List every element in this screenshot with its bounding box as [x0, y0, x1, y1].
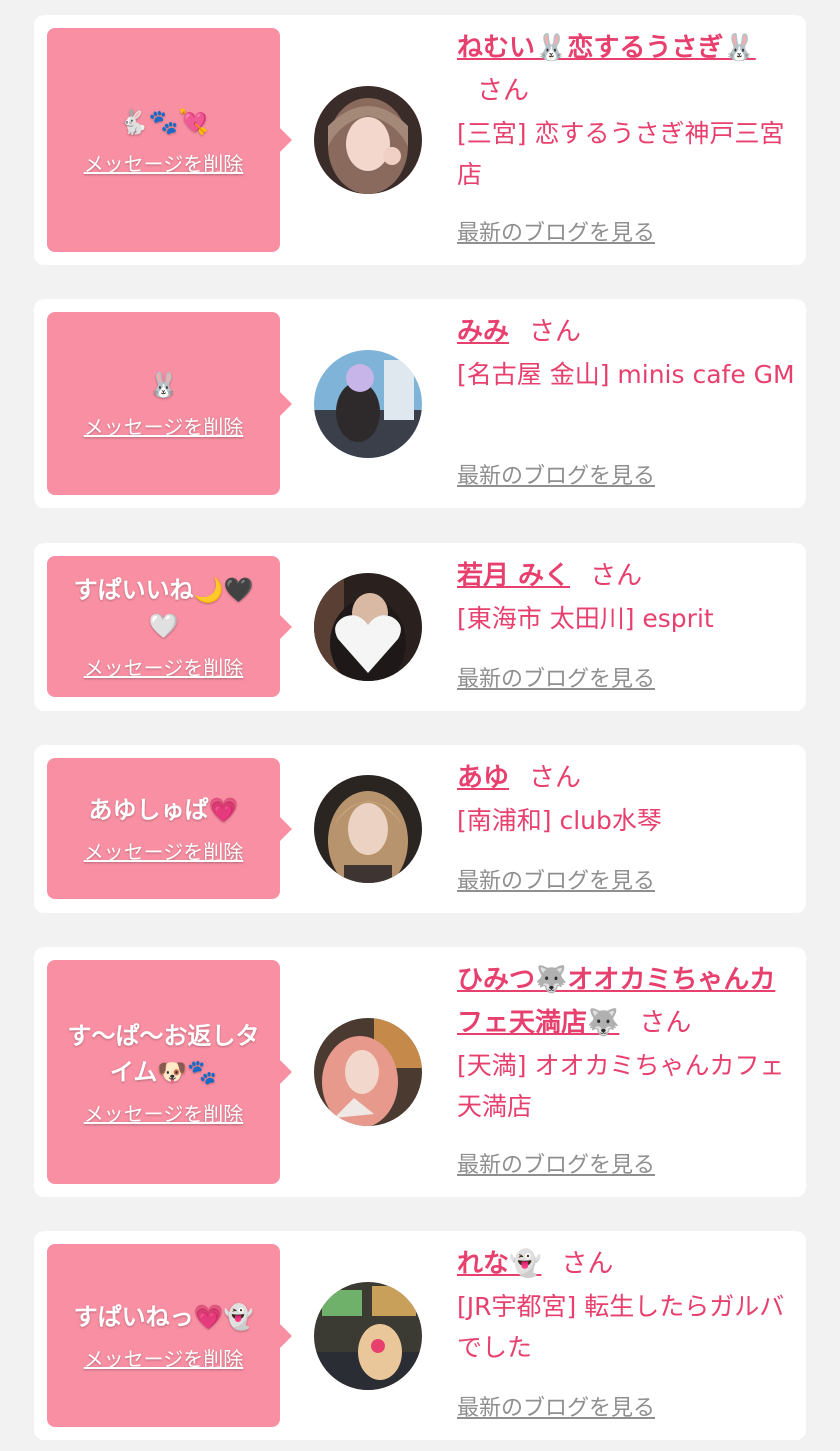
delete-message-button[interactable]: メッセージを削除	[84, 411, 244, 440]
name-line: ひみつ🐺オオカミちゃんカフェ天満店🐺 さん	[457, 959, 797, 1045]
delete-message-button[interactable]: メッセージを削除	[84, 1098, 244, 1127]
message-text: す〜ぱ〜お返しタイム🐶🐾	[67, 1021, 260, 1086]
honorific-label: さん	[529, 317, 582, 347]
message-bubble: す〜ぱ〜お返しタイム🐶🐾 メッセージを削除	[47, 960, 292, 1184]
profile-info: れな👻 さん [JR宇都宮] 転生したらガルバでした	[457, 1243, 797, 1368]
delete-message-button[interactable]: メッセージを削除	[84, 836, 244, 865]
message-bubble: あゆしゅぱ💗 メッセージを削除	[47, 758, 292, 899]
profile-name-link[interactable]: みみ	[457, 317, 509, 347]
avatar[interactable]	[314, 775, 422, 883]
message-bubble: 🐇🐾💘 メッセージを削除	[47, 28, 292, 252]
message-bubble: 🐰 メッセージを削除	[47, 312, 292, 495]
honorific-label: さん	[590, 561, 643, 591]
shop-label: [東海市 太田川] esprit	[457, 604, 714, 633]
honorific-label: さん	[529, 763, 582, 793]
message-bubble: すぱいいね🌙🖤🤍 メッセージを削除	[47, 556, 292, 697]
avatar[interactable]	[314, 1018, 422, 1126]
profile-name-link[interactable]: ひみつ🐺オオカミちゃんカフェ天満店🐺	[457, 965, 775, 1038]
profile-name-link[interactable]: れな👻	[457, 1249, 541, 1279]
profile-info: 若月 みく さん [東海市 太田川] esprit	[457, 555, 797, 639]
message-text: 🐇🐾💘	[118, 107, 209, 136]
name-line: 若月 みく さん	[457, 555, 797, 598]
delete-message-button[interactable]: メッセージを削除	[84, 652, 244, 681]
name-line: ねむい🐰恋するうさぎ🐰 さん	[457, 27, 797, 113]
avatar[interactable]	[314, 1282, 422, 1390]
message-text: すぱいねっ💗👻	[73, 1303, 254, 1331]
honorific-label: さん	[561, 1249, 614, 1279]
profile-name-link[interactable]: ねむい🐰恋するうさぎ🐰	[457, 33, 756, 63]
shop-label: [天満] オオカミちゃんカフェ天満店	[457, 1051, 785, 1121]
avatar[interactable]	[314, 350, 422, 458]
latest-blog-link[interactable]: 最新のブログを見る	[457, 1390, 655, 1422]
delete-message-button[interactable]: メッセージを削除	[84, 1343, 244, 1372]
profile-name-link[interactable]: あゆ	[457, 763, 509, 793]
name-line: あゆ さん	[457, 757, 797, 800]
profile-info: あゆ さん [南浦和] club水琴	[457, 757, 797, 841]
latest-blog-link[interactable]: 最新のブログを見る	[457, 458, 655, 490]
message-text: すぱいいね🌙🖤🤍	[73, 576, 254, 640]
message-card: 🐰 メッセージを削除 みみ さん [名古屋 金山] minis cafe GM 最…	[34, 299, 806, 508]
avatar[interactable]	[314, 86, 422, 194]
message-card: あゆしゅぱ💗 メッセージを削除 あゆ さん [南浦和] club水琴 最新のブログ…	[34, 745, 806, 913]
honorific-label: さん	[639, 1008, 692, 1038]
message-card: す〜ぱ〜お返しタイム🐶🐾 メッセージを削除 ひみつ🐺オオカミちゃんカフェ天満店🐺…	[34, 947, 806, 1197]
latest-blog-link[interactable]: 最新のブログを見る	[457, 1147, 655, 1179]
message-text: 🐰	[148, 371, 179, 399]
message-bubble: すぱいねっ💗👻 メッセージを削除	[47, 1244, 292, 1427]
name-line: れな👻 さん	[457, 1243, 797, 1286]
message-card: 🐇🐾💘 メッセージを削除 ねむい🐰恋するうさぎ🐰 さん [三宮] 恋するうさぎ神戸…	[34, 15, 806, 265]
latest-blog-link[interactable]: 最新のブログを見る	[457, 661, 655, 693]
name-line: みみ さん	[457, 311, 797, 354]
profile-name-link[interactable]: 若月 みく	[457, 561, 570, 591]
profile-info: ねむい🐰恋するうさぎ🐰 さん [三宮] 恋するうさぎ神戸三宮店	[457, 27, 797, 195]
avatar[interactable]	[314, 573, 422, 681]
honorific-label: さん	[477, 76, 530, 106]
message-card: すぱいいね🌙🖤🤍 メッセージを削除 若月 みく さん [東海市 太田川] espr…	[34, 543, 806, 711]
shop-label: [三宮] 恋するうさぎ神戸三宮店	[457, 119, 785, 189]
latest-blog-link[interactable]: 最新のブログを見る	[457, 215, 655, 247]
shop-label: [JR宇都宮] 転生したらガルバでした	[457, 1292, 785, 1362]
latest-blog-link[interactable]: 最新のブログを見る	[457, 863, 655, 895]
profile-info: ひみつ🐺オオカミちゃんカフェ天満店🐺 さん [天満] オオカミちゃんカフェ天満店	[457, 959, 797, 1127]
shop-label: [南浦和] club水琴	[457, 806, 662, 835]
message-text: あゆしゅぱ💗	[88, 796, 239, 824]
profile-info: みみ さん [名古屋 金山] minis cafe GM	[457, 311, 797, 395]
shop-label: [名古屋 金山] minis cafe GM	[457, 360, 795, 389]
delete-message-button[interactable]: メッセージを削除	[84, 148, 244, 177]
message-card: すぱいねっ💗👻 メッセージを削除 れな👻 さん [JR宇都宮] 転生したらガルバで…	[34, 1231, 806, 1440]
